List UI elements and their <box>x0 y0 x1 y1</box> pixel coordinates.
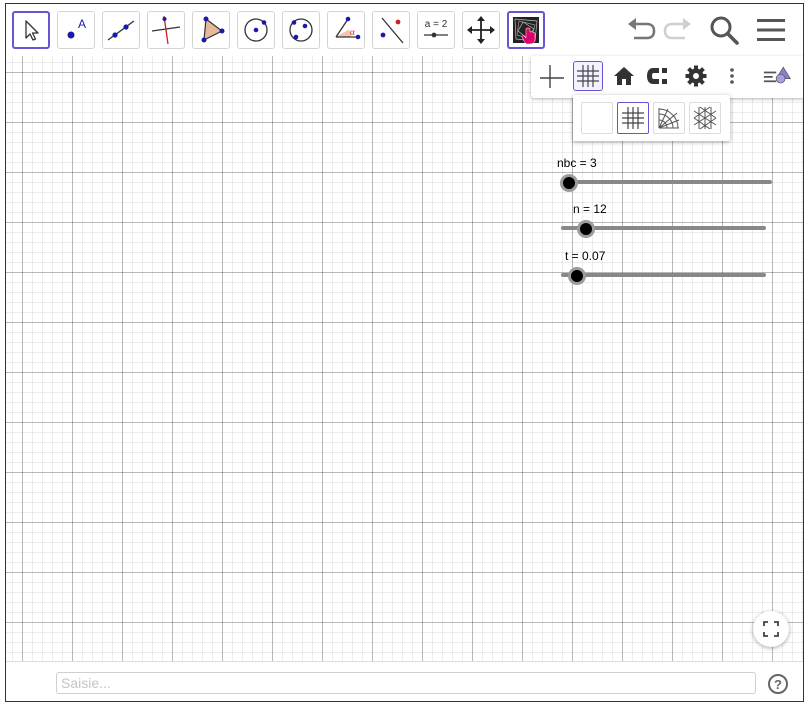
undo-button[interactable] <box>623 12 659 48</box>
point-tool-label: A <box>78 17 86 31</box>
input-bar: ? <box>6 661 803 701</box>
redo-icon <box>663 18 691 40</box>
slider-nbc-thumb[interactable] <box>560 174 578 192</box>
line-tool-button[interactable] <box>102 11 140 49</box>
help-icon: ? <box>774 676 782 692</box>
slider-nbc-track[interactable] <box>562 180 772 184</box>
cursor-arrow-icon <box>25 20 39 41</box>
magnet-icon <box>647 68 667 84</box>
point-capturing-button[interactable] <box>644 61 674 91</box>
angle-tool-button[interactable]: α <box>327 11 365 49</box>
angle-tool-label: α <box>350 27 355 37</box>
custom-tool-icon <box>513 17 539 45</box>
point-icon: A <box>67 17 86 39</box>
custom-tool-button[interactable] <box>507 11 545 49</box>
show-axes-button[interactable] <box>537 61 567 91</box>
main-menu-button[interactable] <box>753 12 789 48</box>
polygon-icon <box>201 16 225 43</box>
search-icon <box>710 16 739 45</box>
grid-icon <box>577 65 599 87</box>
undo-icon <box>628 18 656 40</box>
standard-view-button[interactable] <box>609 61 639 91</box>
major-grid-option[interactable] <box>617 102 649 134</box>
more-options-button[interactable] <box>717 61 747 91</box>
graphics-view[interactable]: nbc = 3 n = 12 t = 0.07 <box>6 56 803 661</box>
slider-t-label: t = 0.07 <box>565 249 606 263</box>
circle-center-tool-button[interactable] <box>237 11 275 49</box>
polar-grid-icon <box>658 108 680 129</box>
perpendicular-line-tool-button[interactable] <box>147 11 185 49</box>
show-grid-button[interactable] <box>573 61 603 91</box>
style-bar-toggle-icon <box>763 66 791 84</box>
slider-tool-button[interactable]: a = 2 <box>417 11 455 49</box>
major-grid-icon <box>622 107 644 129</box>
slider-tool-label: a = 2 <box>425 19 448 30</box>
circle-three-points-tool-button[interactable] <box>282 11 320 49</box>
style-bar-toggle-button[interactable] <box>763 61 793 91</box>
more-icon <box>730 68 734 84</box>
perpendicular-line-icon <box>151 15 181 45</box>
move-arrows-icon <box>467 16 495 44</box>
move-tool-button[interactable] <box>12 11 50 49</box>
search-button[interactable] <box>706 12 742 48</box>
input-help-button[interactable]: ? <box>768 674 788 694</box>
toolbar: A α a = 2 <box>6 4 803 56</box>
reflect-icon <box>380 17 404 44</box>
axes-icon <box>540 65 564 88</box>
slider-t-track[interactable] <box>561 273 766 277</box>
line-icon <box>107 20 135 41</box>
angle-icon: α <box>335 16 361 40</box>
circle-three-points-icon <box>289 18 313 42</box>
isometric-grid-icon <box>693 106 717 130</box>
circle-center-icon <box>244 18 268 42</box>
polar-grid-option[interactable] <box>653 102 685 134</box>
gear-icon <box>685 65 707 87</box>
algebra-input[interactable] <box>56 672 756 694</box>
slider-icon: a = 2 <box>424 19 448 38</box>
no-grid-option[interactable] <box>581 102 613 134</box>
isometric-grid-option[interactable] <box>689 102 721 134</box>
fullscreen-button[interactable] <box>753 611 789 647</box>
reflect-tool-button[interactable] <box>372 11 410 49</box>
grid-type-popup <box>573 95 730 141</box>
polygon-tool-button[interactable] <box>192 11 230 49</box>
slider-n-thumb[interactable] <box>577 220 595 238</box>
move-graphics-view-tool-button[interactable] <box>462 11 500 49</box>
style-bar <box>531 56 803 98</box>
slider-n-label: n = 12 <box>573 202 607 216</box>
fullscreen-icon <box>763 621 779 637</box>
slider-nbc-label: nbc = 3 <box>557 156 597 170</box>
slider-t-thumb[interactable] <box>568 267 586 285</box>
home-icon <box>614 67 634 85</box>
graphics-settings-button[interactable] <box>681 61 711 91</box>
geogebra-app: A α a = 2 nbc = 3 n = 12 t = 0.07 Saisie… <box>5 3 804 702</box>
redo-button[interactable] <box>660 12 696 48</box>
menu-icon <box>757 19 785 41</box>
point-tool-button[interactable]: A <box>57 11 95 49</box>
